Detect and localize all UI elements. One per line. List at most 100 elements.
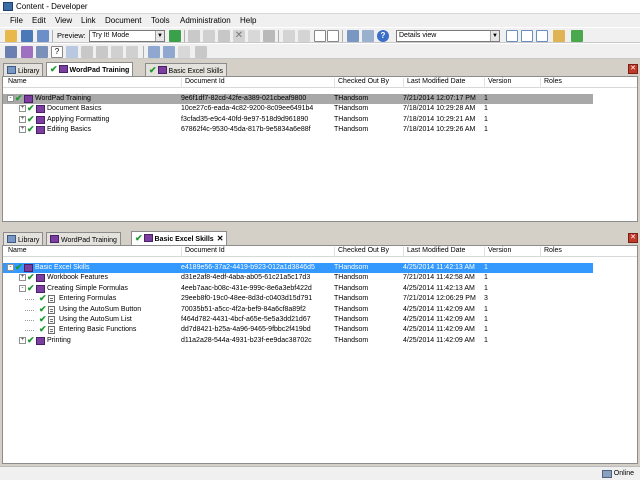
preview-mode-select[interactable]: Try It! Mode ▼: [89, 30, 165, 42]
help-icon[interactable]: ?: [377, 30, 389, 42]
close-tab-icon[interactable]: ✕: [217, 234, 224, 243]
find-icon[interactable]: [263, 30, 275, 42]
menu-file[interactable]: File: [10, 16, 23, 25]
question-icon[interactable]: ?: [51, 46, 63, 58]
tab-wordpad-training[interactable]: ✔ WordPad Training: [46, 62, 134, 76]
menu-view[interactable]: View: [55, 16, 72, 25]
revert-icon[interactable]: [195, 46, 207, 58]
split-horizontal-icon[interactable]: [521, 30, 533, 42]
go-arrow-icon[interactable]: [169, 30, 181, 42]
col-version[interactable]: Version: [484, 247, 511, 257]
menu-document[interactable]: Document: [105, 16, 141, 25]
table-row[interactable]: - ✔ Basic Excel Skills e4189e56-37a2-4419-b…: [3, 263, 593, 273]
close-panel-icon[interactable]: ✕: [628, 64, 638, 74]
expand-icon[interactable]: [327, 30, 339, 42]
tab-basic-excel-skills[interactable]: ✔ Basic Excel Skills: [145, 63, 228, 76]
paste-icon[interactable]: [218, 30, 230, 42]
preview-label: Preview:: [57, 31, 86, 40]
col-document-id[interactable]: Document Id: [181, 78, 225, 88]
table-row[interactable]: + ✔ Applying Formatting f3cfad35-e9c4-40fd-…: [3, 114, 593, 125]
collapse-icon[interactable]: [314, 30, 326, 42]
collapse-node-icon[interactable]: -: [7, 264, 14, 271]
table-row[interactable]: - ✔ WordPad Training 9e6f1df7-82cd-42fe-a38…: [3, 94, 593, 104]
window-icon[interactable]: [553, 30, 565, 42]
col-last-modified[interactable]: Last Modified Date: [403, 247, 465, 257]
move-up-icon[interactable]: [81, 46, 93, 58]
col-document-id[interactable]: Document Id: [181, 247, 225, 257]
expand-node-icon[interactable]: +: [19, 115, 26, 123]
collapse-node-icon[interactable]: -: [7, 95, 14, 102]
col-last-modified[interactable]: Last Modified Date: [403, 78, 465, 88]
check-out-icon[interactable]: [163, 46, 175, 58]
col-name[interactable]: Name: [5, 78, 27, 88]
outdent-icon[interactable]: [111, 46, 123, 58]
table-row[interactable]: + ✔ Document Basics 10ce27c6-eada-4c82-9200…: [3, 104, 593, 114]
table-row[interactable]: + ✔ Workbook Features d31e2af8-4edf-4aba-ab…: [3, 273, 593, 283]
check-in-icon[interactable]: [148, 46, 160, 58]
table-row[interactable]: + ✔ Printing d11a2a28-544a-4931-b23f-ee9dac…: [3, 335, 593, 346]
save-all-icon[interactable]: [37, 30, 49, 42]
table-row[interactable]: ✔ Entering Formulas 29eeb8f0-19c0-48ee-8d3…: [3, 294, 593, 304]
binoculars-icon[interactable]: [347, 30, 359, 42]
row-document-id: 10ce27c6-eada-4c82-9200-8c09ee6491b4: [181, 105, 314, 113]
collapse-node-icon[interactable]: -: [19, 284, 26, 292]
menu-help[interactable]: Help: [240, 16, 256, 25]
row-name: Applying Formatting: [47, 115, 110, 123]
tab-library[interactable]: Library: [3, 232, 44, 245]
view-mode-select[interactable]: Details view ▼: [396, 30, 500, 42]
row-document-id: f464d782-4431-4bcf-a65e-5e5a3dd21d67: [181, 316, 311, 323]
cut-icon[interactable]: [188, 30, 200, 42]
expand-node-icon[interactable]: +: [19, 274, 26, 282]
tab-library[interactable]: Library: [3, 63, 44, 76]
row-document-id: 29eeb8f0-19c0-48ee-8d3d-c0403d15d791: [181, 295, 313, 303]
split-vertical-icon[interactable]: [536, 30, 548, 42]
details-view-icon[interactable]: [506, 30, 518, 42]
lock-icon[interactable]: [178, 46, 190, 58]
check-icon: ✔: [39, 314, 47, 324]
tab-basic-excel-skills[interactable]: ✔ Basic Excel Skills ✕: [131, 231, 228, 245]
redo-icon[interactable]: [298, 30, 310, 42]
row-version: 1: [484, 105, 488, 113]
col-checked-out-by[interactable]: Checked Out By: [334, 247, 389, 257]
table-row[interactable]: ✔ Entering Basic Functions dd7d8421-b25a-4…: [3, 325, 593, 335]
table-row[interactable]: ✔ Using the AutoSum List f464d782-4431-4bc…: [3, 315, 593, 325]
table-row[interactable]: + ✔ Editing Basics 67862f4c-9530-45da-817b-…: [3, 125, 593, 135]
col-roles[interactable]: Roles: [540, 78, 562, 88]
insert-icon[interactable]: [66, 46, 78, 58]
indent-icon[interactable]: [126, 46, 138, 58]
col-name[interactable]: Name: [5, 247, 27, 257]
open-folder-icon[interactable]: [5, 30, 17, 42]
menu-link[interactable]: Link: [81, 16, 96, 25]
undo-icon[interactable]: [283, 30, 295, 42]
check-icon: ✔: [50, 64, 58, 74]
delete-icon[interactable]: ✕: [233, 30, 245, 42]
tab-wordpad-training[interactable]: WordPad Training: [46, 232, 121, 245]
move-down-icon[interactable]: [96, 46, 108, 58]
new-document-icon[interactable]: [36, 46, 48, 58]
properties-icon[interactable]: [248, 30, 260, 42]
spellcheck-icon[interactable]: [362, 30, 374, 42]
copy-icon[interactable]: [203, 30, 215, 42]
close-panel-icon[interactable]: ✕: [628, 233, 638, 243]
row-checked-out-by: THandsom: [334, 115, 369, 123]
row-name: WordPad Training: [35, 95, 91, 102]
col-checked-out-by[interactable]: Checked Out By: [334, 78, 389, 88]
table-row[interactable]: - ✔ Creating Simple Formulas 4eeb7aac-b08c-…: [3, 283, 593, 294]
new-library-icon[interactable]: [5, 46, 17, 58]
expand-node-icon[interactable]: +: [19, 105, 26, 113]
table-row[interactable]: ✔ Using the AutoSum Button 70035b51-a5cc-4…: [3, 304, 593, 315]
save-icon[interactable]: [21, 30, 33, 42]
bottom-tab-strip: Library WordPad Training ✔ Basic Excel Sk…: [0, 231, 640, 245]
page-icon: [48, 305, 55, 314]
menu-administration[interactable]: Administration: [180, 16, 231, 25]
check-icon: ✔: [27, 272, 35, 283]
new-book-icon[interactable]: [21, 46, 33, 58]
expand-node-icon[interactable]: +: [19, 336, 26, 344]
col-roles[interactable]: Roles: [540, 247, 562, 257]
tree-connector: [25, 320, 34, 321]
refresh-icon[interactable]: [571, 30, 583, 42]
menu-edit[interactable]: Edit: [32, 16, 46, 25]
col-version[interactable]: Version: [484, 78, 511, 88]
expand-node-icon[interactable]: +: [19, 126, 26, 134]
menu-tools[interactable]: Tools: [151, 16, 170, 25]
